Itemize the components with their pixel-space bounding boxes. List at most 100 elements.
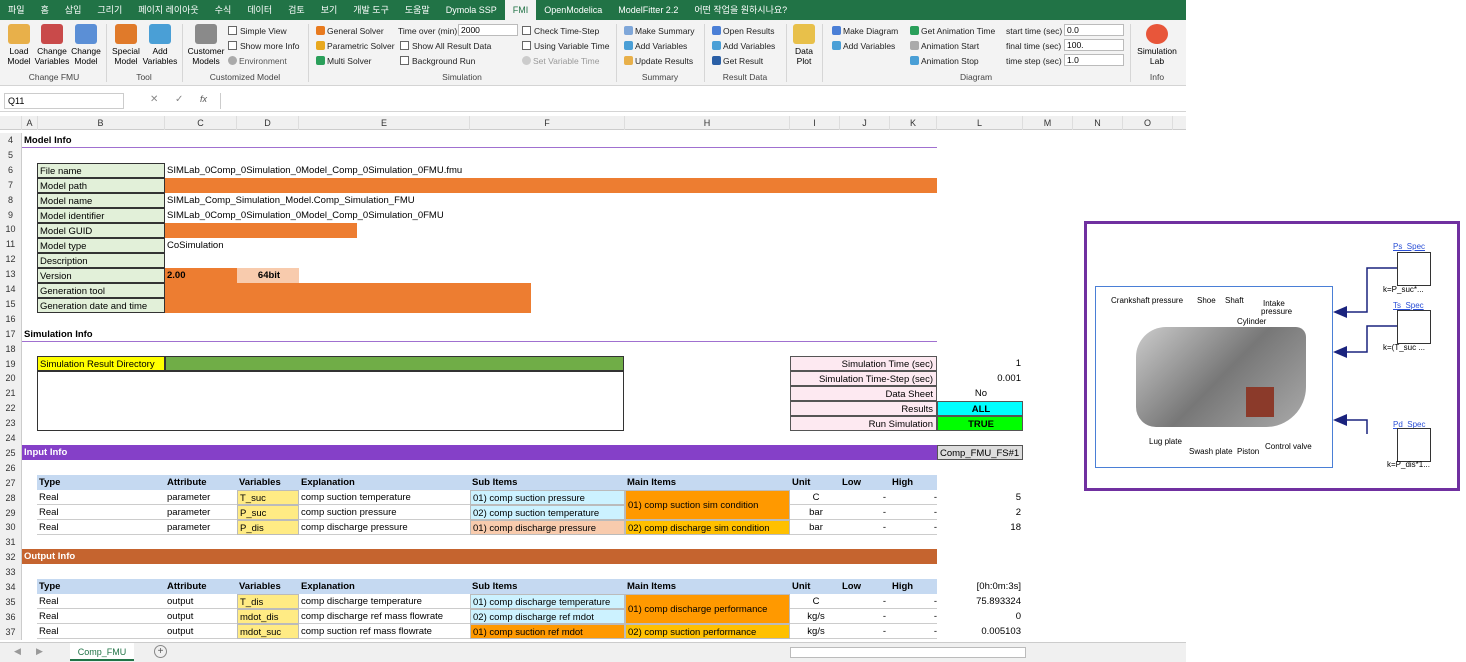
table-cell-type[interactable]: Real (37, 594, 165, 609)
ribbon-tab[interactable]: OpenModelica (536, 0, 610, 20)
row-header-cell[interactable]: 31 (0, 535, 22, 551)
make-summary-button[interactable]: Make Summary (624, 26, 695, 36)
sim-step-value[interactable]: 0.001 (937, 371, 1023, 386)
horizontal-scrollbar[interactable] (790, 647, 1026, 658)
table-cell-value[interactable]: 75.893324 (937, 594, 1023, 609)
table-cell-variable[interactable]: P_dis (237, 520, 299, 535)
table-cell-variable[interactable]: T_dis (237, 594, 299, 609)
table-cell-type[interactable]: Real (37, 624, 165, 639)
table-cell-attribute[interactable]: output (165, 624, 237, 639)
table-cell-low[interactable]: - (840, 609, 890, 624)
table-cell-low[interactable]: - (840, 490, 890, 505)
table-header-cell[interactable]: High (890, 475, 937, 490)
row-header-cell[interactable]: 26 (0, 460, 22, 476)
summary-add-variables-button[interactable]: Add Variables (624, 41, 687, 51)
ribbon-tab[interactable]: 그리기 (89, 0, 130, 20)
table-cell-main-item[interactable]: 02) comp discharge sim condition (625, 520, 790, 535)
show-all-result-checkbox[interactable]: Show All Result Data (400, 41, 491, 51)
bits-value[interactable]: 64bit (237, 268, 299, 283)
multi-solver-button[interactable]: Multi Solver (316, 56, 371, 66)
column-header-cell[interactable]: I (790, 116, 840, 130)
table-cell-attribute[interactable]: parameter (165, 490, 237, 505)
formula-input[interactable] (220, 93, 1180, 109)
row-header-cell[interactable]: 9 (0, 207, 22, 223)
table-cell-unit[interactable]: C (790, 490, 840, 505)
results-value[interactable]: ALL (937, 401, 1023, 416)
background-run-checkbox[interactable]: Background Run (400, 56, 475, 66)
row-header-cell[interactable]: 34 (0, 580, 22, 595)
table-header-cell[interactable]: Low (840, 579, 890, 594)
row-header-cell[interactable]: 8 (0, 192, 22, 208)
table-cell-unit[interactable]: bar (790, 505, 840, 520)
ribbon-tab[interactable]: 어떤 작업을 원하시나요? (686, 0, 795, 20)
column-header-cell[interactable]: J (840, 116, 890, 130)
model-path-value[interactable] (165, 178, 937, 193)
table-cell-low[interactable]: - (840, 505, 890, 520)
table-cell-unit[interactable]: bar (790, 520, 840, 535)
pd-spec-block[interactable] (1397, 428, 1431, 462)
row-header-cell[interactable]: 21 (0, 386, 22, 402)
table-cell-value[interactable]: 5 (937, 490, 1023, 505)
result-add-variables-button[interactable]: Add Variables (712, 41, 775, 51)
environment-button[interactable]: Environment (228, 56, 287, 66)
table-cell-low[interactable]: - (840, 594, 890, 609)
table-cell-high[interactable]: - (890, 505, 937, 520)
general-solver-button[interactable]: General Solver (316, 26, 384, 36)
row-header-cell[interactable]: 25 (0, 445, 22, 461)
row-header-cell[interactable]: 16 (0, 311, 22, 327)
change-model-button[interactable]: Change Model (70, 24, 102, 66)
data-plot-button[interactable]: Data Plot (790, 24, 818, 66)
function-icon[interactable]: fx (200, 94, 207, 104)
column-header-cell[interactable]: B (37, 116, 165, 130)
table-cell-value[interactable]: 0.005103 (937, 624, 1023, 639)
table-header-cell[interactable]: High (890, 579, 937, 594)
column-header-cell[interactable]: F (470, 116, 625, 130)
column-header-cell[interactable]: N (1073, 116, 1123, 130)
table-cell-explanation[interactable]: comp suction temperature (299, 490, 470, 505)
generation-tool-value[interactable] (165, 283, 531, 298)
column-header-cell[interactable]: H (625, 116, 790, 130)
row-header-cell[interactable]: 13 (0, 267, 22, 283)
version-value[interactable]: 2.00 (165, 268, 237, 283)
ribbon-tab[interactable]: 도움말 (397, 0, 438, 20)
row-header-cell[interactable]: 15 (0, 296, 22, 312)
show-more-info-checkbox[interactable]: Show more Info (228, 41, 300, 51)
table-cell-attribute[interactable]: parameter (165, 505, 237, 520)
ribbon-tab[interactable]: 수식 (207, 0, 240, 20)
table-header-cell[interactable]: Main Items (625, 579, 790, 594)
table-cell-type[interactable]: Real (37, 520, 165, 535)
row-header-cell[interactable]: 29 (0, 505, 22, 521)
generation-date-value[interactable] (165, 298, 531, 313)
row-header-cell[interactable]: 35 (0, 594, 22, 610)
table-cell-sub-item[interactable]: 01) comp suction ref mdot (470, 624, 625, 639)
table-cell-high[interactable]: - (890, 594, 937, 609)
table-cell-value[interactable]: 2 (937, 505, 1023, 520)
ts-spec-block[interactable] (1397, 310, 1431, 344)
column-header-cell[interactable]: O (1123, 116, 1173, 130)
row-header-cell[interactable]: 18 (0, 341, 22, 357)
row-header-cell[interactable]: 22 (0, 401, 22, 417)
column-header-cell[interactable]: C (165, 116, 237, 130)
row-header-cell[interactable]: 27 (0, 475, 22, 491)
row-header-cell[interactable]: 11 (0, 237, 22, 253)
ribbon-tab[interactable]: 검토 (280, 0, 313, 20)
change-variables-button[interactable]: Change Variables (34, 24, 70, 66)
animation-start-button[interactable]: Animation Start (910, 41, 979, 51)
row-header-cell[interactable]: 37 (0, 624, 22, 640)
table-cell-unit[interactable]: C (790, 594, 840, 609)
row-header-cell[interactable]: 7 (0, 177, 22, 193)
table-cell-explanation[interactable]: comp discharge temperature (299, 594, 470, 609)
customer-models-button[interactable]: Customer Models (186, 24, 226, 66)
model-guid-value[interactable] (165, 223, 357, 238)
time-over-input[interactable]: 2000 (458, 24, 518, 36)
table-cell-explanation[interactable]: comp suction ref mass flowrate (299, 624, 470, 639)
ribbon-tab[interactable]: 페이지 레이아웃 (130, 0, 206, 20)
confirm-icon[interactable]: ✓ (175, 94, 183, 105)
ribbon-tab[interactable]: 보기 (313, 0, 346, 20)
table-cell-sub-item[interactable]: 02) comp discharge ref mdot (470, 609, 625, 624)
table-cell-explanation[interactable]: comp discharge ref mass flowrate (299, 609, 470, 624)
column-header-cell[interactable]: M (1023, 116, 1073, 130)
animation-stop-button[interactable]: Animation Stop (910, 56, 979, 66)
data-sheet-value[interactable]: No (937, 386, 1023, 401)
table-cell-attribute[interactable]: parameter (165, 520, 237, 535)
